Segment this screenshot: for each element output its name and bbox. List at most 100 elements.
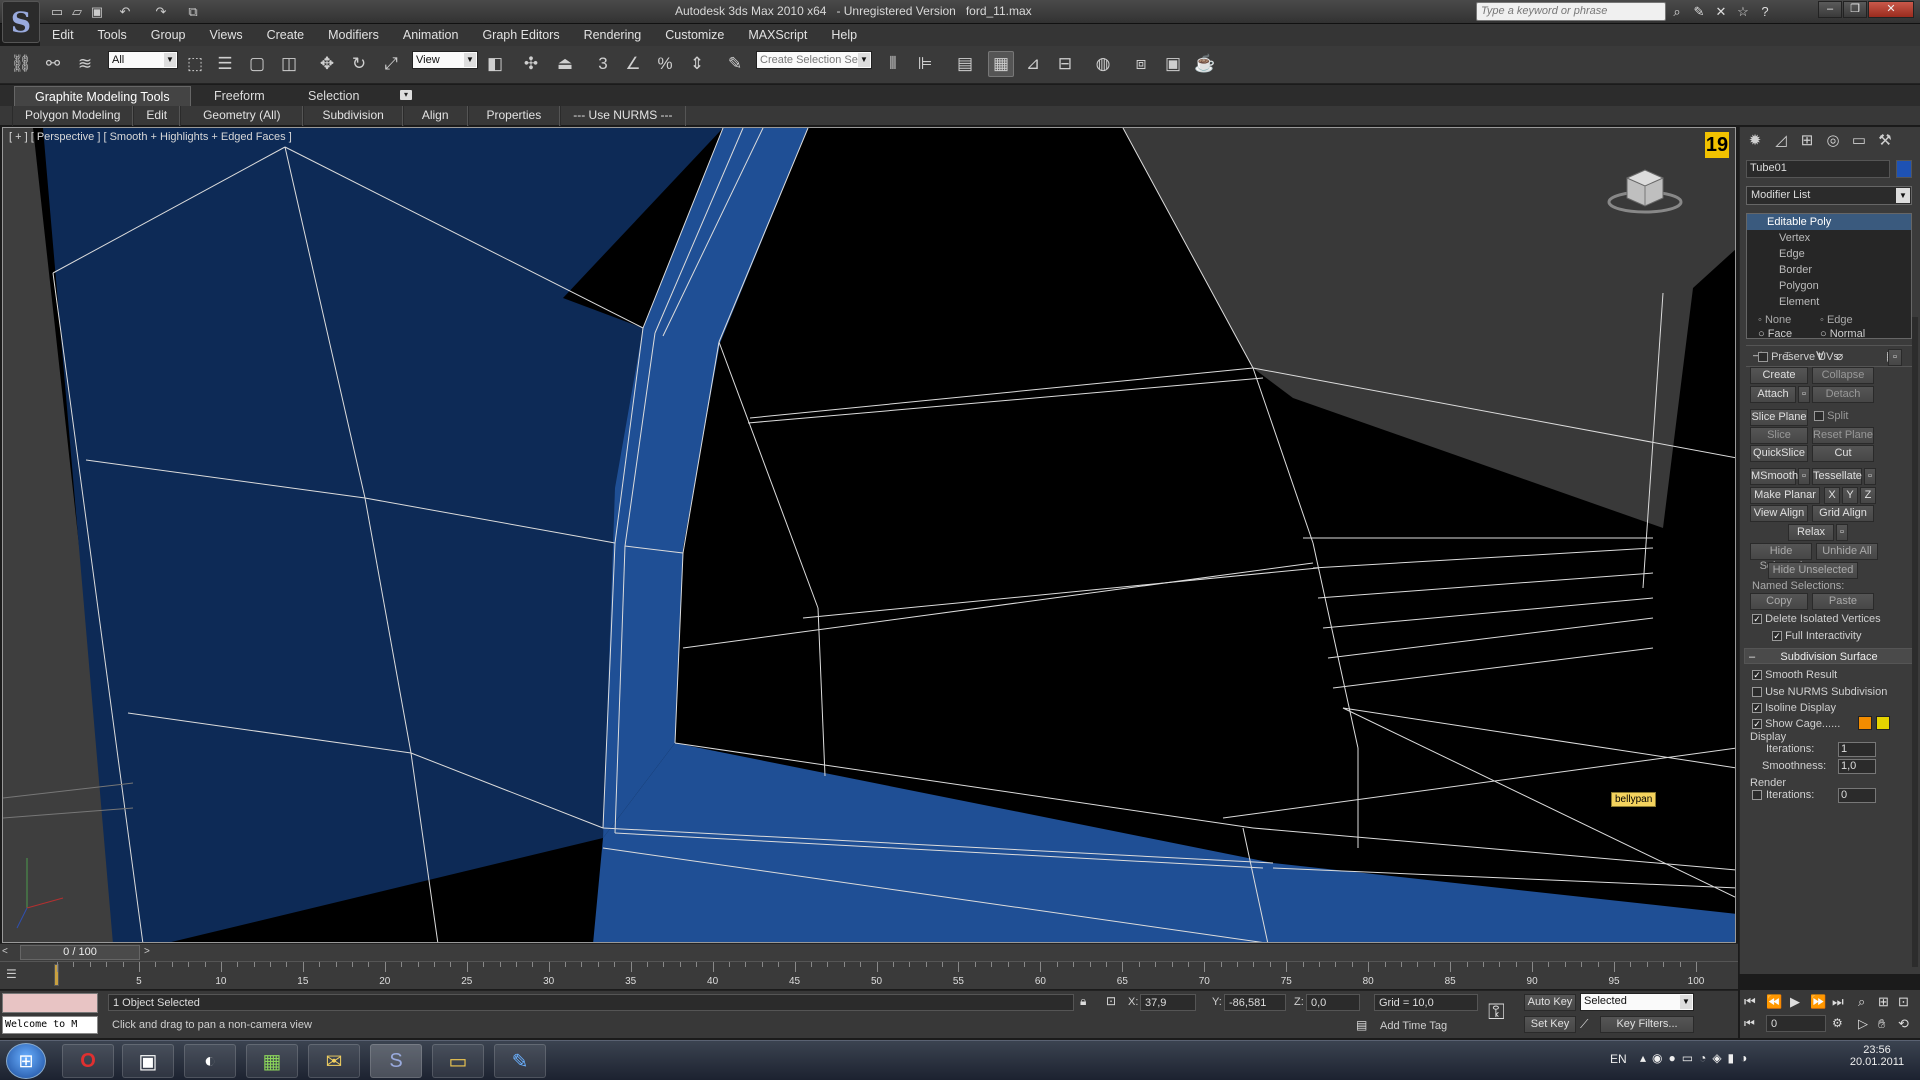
render-setup-icon[interactable]: ⧈ [1128,51,1154,77]
split-checkbox[interactable]: Split [1814,410,1848,422]
project-folder-icon[interactable]: ⧉ [184,3,202,20]
media-app-taskbar-icon[interactable]: ◐ [184,1044,236,1078]
panel-align[interactable]: Align [402,106,468,126]
select-by-name-icon[interactable]: ☰ [212,51,238,77]
angle-snap-icon[interactable]: ∠ [620,51,646,77]
hide-unselected-button[interactable]: Hide Unselected [1768,562,1858,579]
mail-taskbar-icon[interactable]: ✉ [308,1044,360,1078]
radio-face[interactable]: ○ Face [1758,328,1792,340]
default-tangent-icon[interactable]: ⟋ [1580,1017,1588,1032]
object-name-input[interactable]: Tube01 [1746,160,1890,178]
preserve-uvs-settings-button[interactable]: ▫ [1888,349,1902,366]
layer-manager-icon[interactable]: ▤ [952,51,978,77]
menu-graph-editors[interactable]: Graph Editors [470,24,571,46]
full-interactivity-checkbox[interactable]: ✓ Full Interactivity [1772,630,1861,642]
slice-plane-button[interactable]: Slice Plane [1750,409,1808,426]
relax-settings-button[interactable]: ▫ [1836,524,1848,541]
panel-subdivision[interactable]: Subdivision [303,106,403,126]
communication-icon[interactable]: ✕ [1712,3,1730,20]
stack-item-border[interactable]: Border [1747,262,1911,278]
view-align-button[interactable]: View Align [1750,505,1808,522]
align-icon[interactable]: ⊫ [912,51,938,77]
go-to-start-icon[interactable]: ⏮ [1744,994,1756,1010]
selection-filter-select[interactable]: All ▼ [108,51,178,69]
reference-coordinate-select[interactable]: View ▼ [412,51,478,69]
menu-group[interactable]: Group [139,24,198,46]
start-button[interactable]: ⊞ [6,1043,46,1079]
copy-button[interactable]: Copy [1750,593,1808,610]
select-and-link-icon[interactable]: ⛓ [8,51,34,77]
mirror-icon[interactable]: ⫴ [880,51,906,77]
utilities-tab-icon[interactable]: ⚒ [1874,130,1896,152]
subscription-icon[interactable]: ✎ [1690,3,1708,20]
panel-geometry-all[interactable]: Geometry (All) [180,106,304,126]
zoom-extents-icon[interactable]: ⊡ [1898,994,1909,1010]
percent-snap-icon[interactable]: % [652,51,678,77]
y-coordinate-field[interactable]: -86,581 [1224,994,1286,1011]
ribbon-minimize-icon[interactable]: ▾ [400,90,412,100]
panel-edit[interactable]: Edit [133,106,181,126]
stack-item-edge[interactable]: Edge [1747,246,1911,262]
favorites-icon[interactable]: ☆ [1734,3,1752,20]
next-frame-icon[interactable]: > [144,946,150,957]
subdivision-surface-rollout[interactable]: – Subdivision Surface [1744,648,1914,664]
attach-settings-button[interactable]: ▫ [1798,386,1810,403]
attach-button[interactable]: Attach [1750,386,1796,403]
previous-frame-icon[interactable]: ⏪ [1766,994,1782,1010]
minimize-button[interactable]: – [1818,1,1842,18]
tab-selection[interactable]: Selection [288,86,379,106]
menu-tools[interactable]: Tools [86,24,139,46]
absolute-mode-icon[interactable]: ⊡ [1106,994,1116,1008]
reset-plane-button[interactable]: Reset Plane [1812,427,1874,444]
key-filters-button[interactable]: Key Filters... [1600,1016,1694,1033]
cut-button[interactable]: Cut [1812,445,1874,462]
select-object-icon[interactable]: ⬚ [182,51,208,77]
set-key-mode-icon[interactable]: ⚿ [1488,999,1505,1025]
new-file-icon[interactable]: ▭ [48,3,66,20]
rectangular-selection-icon[interactable]: ▢ [244,51,270,77]
viewcube-icon[interactable] [1605,158,1685,221]
track-bar[interactable]: ☰ 5 10 15 20 25 30 35 40 45 50 55 60 65 70 75 80 85 90 95 1… [0,961,1738,989]
open-file-icon[interactable]: ▱ [68,3,86,20]
iterations-spinner[interactable]: 1 [1838,742,1876,757]
tray-icons[interactable]: ▴◉●▭◔◈▮◑ [1640,1051,1753,1065]
key-mode-select[interactable]: Selected ▼ [1580,993,1694,1011]
menu-rendering[interactable]: Rendering [572,24,654,46]
paste-button[interactable]: Paste [1812,593,1874,610]
help-icon[interactable]: ? [1756,3,1774,20]
select-and-scale-icon[interactable]: ⤢ [378,51,404,77]
tessellate-settings-button[interactable]: ▫ [1864,468,1876,485]
radio-edge[interactable]: ◦ Edge [1820,314,1853,326]
command-panel-scrollbar[interactable] [1912,317,1918,967]
redo-icon[interactable]: ↷ [152,3,170,20]
undo-icon[interactable]: ↶ [116,3,134,20]
planar-y-button[interactable]: Y [1842,487,1858,504]
search-input[interactable]: Type a keyword or phrase [1476,2,1666,21]
save-app-taskbar-icon[interactable]: ▣ [122,1044,174,1078]
preserve-uvs-checkbox[interactable]: Preserve UVs [1758,351,1839,363]
edit-named-selection-icon[interactable]: ✎ [722,51,748,77]
window-crossing-icon[interactable]: ◫ [276,51,302,77]
time-slider[interactable]: 0 / 100 [20,945,140,960]
relax-button[interactable]: Relax [1788,524,1834,541]
perspective-viewport[interactable]: [ + ] [ Perspective ] [ Smooth + Highlig… [2,127,1736,943]
smooth-result-checkbox[interactable]: ✓ Smooth Result [1752,669,1837,681]
3dsmax-taskbar-icon[interactable]: S [370,1044,422,1078]
clock[interactable]: 23:56 20.01.2011 [1844,1044,1910,1068]
unlink-icon[interactable]: ⚯ [40,51,66,77]
planar-z-button[interactable]: Z [1860,487,1876,504]
radio-normal[interactable]: ○ Normal [1820,328,1865,340]
modifier-list-select[interactable]: Modifier List ▼ [1746,186,1912,205]
cage-color-swatch-1[interactable] [1858,716,1872,730]
pan-hand-icon[interactable]: ✋︎ [1878,1016,1885,1032]
menu-modifiers[interactable]: Modifiers [316,24,391,46]
keyboard-shortcut-override-icon[interactable]: ⏏ [552,51,578,77]
menu-customize[interactable]: Customize [653,24,736,46]
auto-key-button[interactable]: Auto Key [1524,994,1576,1011]
language-indicator[interactable]: EN [1610,1052,1627,1066]
render-iterations-spinner[interactable]: 0 [1838,788,1876,803]
tessellate-button[interactable]: Tessellate [1812,468,1862,485]
menu-views[interactable]: Views [197,24,254,46]
msmooth-button[interactable]: MSmooth [1750,468,1798,485]
time-configuration-icon[interactable]: ⚙ [1832,1016,1843,1030]
